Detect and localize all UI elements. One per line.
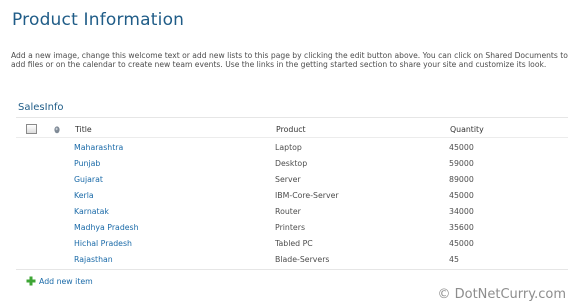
row-product: Router [275, 207, 301, 216]
row-quantity: 34000 [449, 207, 474, 216]
table-row[interactable]: Punjab Desktop 59000 [16, 156, 568, 172]
plus-icon[interactable] [26, 276, 36, 286]
select-all-checkbox[interactable] [26, 124, 37, 134]
row-quantity: 45000 [449, 143, 474, 152]
table-row[interactable]: Maharashtra Laptop 45000 [16, 140, 568, 156]
list-title[interactable]: SalesInfo [18, 102, 64, 113]
row-quantity: 35600 [449, 223, 474, 232]
row-quantity: 59000 [449, 159, 474, 168]
row-quantity: 45 [449, 255, 459, 264]
row-product: Laptop [275, 143, 302, 152]
row-title-link[interactable]: Punjab [74, 156, 100, 172]
table-row[interactable]: Gujarat Server 89000 [16, 172, 568, 188]
table-row[interactable]: Hichal Pradesh Tabled PC 45000 [16, 236, 568, 252]
add-new-item-link[interactable]: Add new item [26, 275, 93, 287]
table-row[interactable]: Rajasthan Blade-Servers 45 [16, 252, 568, 268]
row-quantity: 89000 [449, 175, 474, 184]
column-header-product[interactable]: Product [276, 125, 306, 134]
row-product: Blade-Servers [275, 255, 330, 264]
row-quantity: 45000 [449, 239, 474, 248]
table-row[interactable]: Madhya Pradesh Printers 35600 [16, 220, 568, 236]
watermark: © DotNetCurry.com [437, 287, 566, 302]
list-title-divider [16, 117, 568, 118]
paperclip-icon[interactable] [53, 125, 61, 134]
row-title-link[interactable]: Kerla [74, 188, 94, 204]
row-title-link[interactable]: Hichal Pradesh [74, 236, 132, 252]
page-title: Product Information [12, 10, 185, 30]
row-product: IBM-Core-Server [275, 191, 339, 200]
add-new-item-label[interactable]: Add new item [39, 277, 93, 286]
row-title-link[interactable]: Maharashtra [74, 140, 123, 156]
table-row[interactable]: Kerla IBM-Core-Server 45000 [16, 188, 568, 204]
row-product: Printers [275, 223, 305, 232]
column-header-title[interactable]: Title [75, 125, 92, 134]
row-title-link[interactable]: Gujarat [74, 172, 103, 188]
row-quantity: 45000 [449, 191, 474, 200]
row-product: Server [275, 175, 301, 184]
page-description: Add a new image, change this welcome tex… [11, 51, 568, 70]
row-title-link[interactable]: Rajasthan [74, 252, 113, 268]
row-product: Desktop [275, 159, 308, 168]
header-divider [16, 137, 568, 138]
row-title-link[interactable]: Madhya Pradesh [74, 220, 139, 236]
row-title-link[interactable]: Karnatak [74, 204, 109, 220]
table-row[interactable]: Karnatak Router 34000 [16, 204, 568, 220]
column-header-quantity[interactable]: Quantity [450, 125, 484, 134]
list-bottom-divider [16, 269, 568, 270]
row-product: Tabled PC [275, 239, 313, 248]
